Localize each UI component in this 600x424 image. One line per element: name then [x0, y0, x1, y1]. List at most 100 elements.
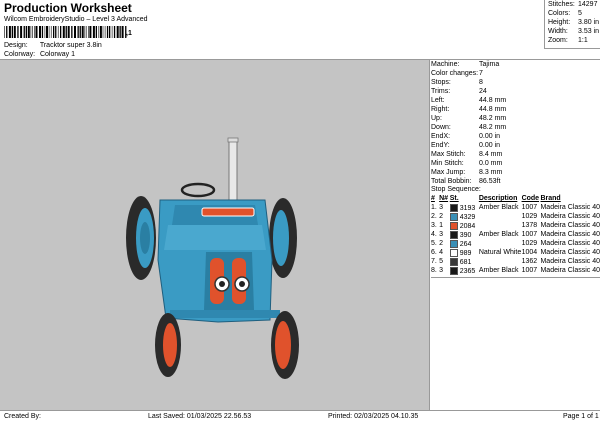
machine-info-label: Trims: — [431, 88, 451, 95]
row-code: 1007 — [521, 204, 538, 211]
row-description: Amber Black — [478, 231, 519, 238]
info-panel-divider — [431, 277, 600, 278]
machine-info-label: EndY: — [431, 142, 450, 149]
row-brand: Madeira Classic 40 — [540, 258, 600, 265]
row-stitches-cell: 264 — [449, 239, 479, 248]
machine-info-value: 86.53ft — [479, 178, 501, 185]
machine-info-row: Left: 44.8 mm — [431, 97, 506, 104]
machine-info-label: Min Stitch: — [431, 160, 464, 167]
machine-info-row: Stops: 8 — [431, 79, 483, 86]
machine-info-value: 0.00 in — [479, 142, 501, 149]
row-stitches: 390 — [459, 231, 472, 239]
row-brand: Madeira Classic 40 — [540, 213, 600, 220]
color-swatch-icon — [449, 257, 458, 266]
color-swatch-icon — [449, 266, 458, 275]
machine-info-row: Machine: Tajima — [431, 61, 499, 68]
machine-info-label: Up: — [431, 115, 442, 122]
machine-info-row: Min Stitch: 0.0 mm — [431, 160, 502, 167]
machine-info-row: Total Bobbin: 86.53ft — [431, 178, 500, 185]
row-description — [479, 239, 522, 248]
machine-info-label: EndX: — [431, 133, 451, 140]
machine-info-value: 8 — [479, 79, 483, 86]
machine-info-row: Right: 44.8 mm — [431, 106, 506, 113]
machine-info-value: Tajima — [479, 61, 500, 68]
stat-height: Height: 3.80 in — [548, 19, 600, 26]
row-description — [479, 212, 522, 221]
machine-info-row: Down: 48.2 mm — [431, 124, 506, 131]
col-stitches-header: St. — [449, 195, 459, 202]
row-index: 5. — [431, 240, 437, 247]
color-swatch-icon — [449, 230, 458, 239]
stat-zoom: Zoom: 1:1 — [548, 37, 588, 44]
row-code: 1029 — [521, 240, 538, 247]
row-brand: Madeira Classic 40 — [540, 204, 600, 211]
col-description-header: Description — [478, 195, 518, 202]
row-code: 1007 — [521, 267, 538, 274]
design-value: Tracktor super 3.8in — [39, 42, 102, 49]
machine-info-label: Down: — [431, 124, 451, 131]
row-stitches: 4329 — [459, 213, 476, 221]
row-code: 1007 — [521, 231, 538, 238]
row-description — [479, 221, 522, 230]
row-brand: Madeira Classic 40 — [540, 240, 600, 247]
row-code: 1029 — [521, 213, 538, 220]
stat-width: Width: 3.53 in — [548, 28, 600, 35]
row-index: 4. — [431, 231, 437, 238]
machine-info-row: Max Stitch: 8.4 mm — [431, 151, 502, 158]
row-index: 1. — [431, 204, 437, 211]
color-swatch-icon — [449, 203, 458, 212]
machine-info-label: Max Stitch: — [431, 151, 466, 158]
row-code: 1378 — [521, 222, 538, 229]
machine-info-value: 44.8 mm — [479, 97, 507, 104]
color-swatch-icon — [449, 221, 458, 230]
barcode-text: ,1 — [126, 30, 132, 37]
stop-sequence-row: 2. 2 4329 1029 Madeira Classic 40 — [431, 212, 600, 221]
row-stitches-cell: 989 — [449, 248, 479, 257]
row-needle: 5 — [439, 258, 444, 265]
row-index: 2. — [431, 213, 437, 220]
row-needle: 3 — [439, 231, 444, 238]
machine-info-value: 8.4 mm — [479, 151, 503, 158]
machine-info-label: Right: — [431, 106, 450, 113]
barcode-icon — [4, 26, 127, 38]
footer-created-by: Created By: — [4, 413, 41, 420]
row-needle: 4 — [439, 249, 444, 256]
machine-info-value: 0.0 mm — [479, 160, 503, 167]
row-stitches: 2084 — [459, 222, 476, 230]
row-needle: 2 — [439, 213, 444, 220]
machine-info-value: 24 — [479, 88, 487, 95]
row-description: Amber Black — [478, 204, 519, 211]
machine-info-value: 48.2 mm — [479, 124, 507, 131]
machine-info-label: Stops: — [431, 79, 451, 86]
row-code: 1362 — [521, 258, 538, 265]
row-needle: 2 — [439, 240, 444, 247]
machine-info-value: 8.3 mm — [479, 169, 503, 176]
row-needle: 3 — [439, 204, 444, 211]
row-needle: 3 — [439, 267, 444, 274]
footer-printed: Printed: 02/03/2025 04.10.35 — [328, 413, 419, 420]
app-subtitle: Wilcom EmbroideryStudio – Level 3 Advanc… — [4, 16, 148, 23]
machine-info-label: Max Jump: — [431, 169, 466, 176]
summary-stats-box: Stitches: 14297 Colors: 5 Height: 3.80 in W… — [544, 0, 600, 49]
machine-info-row: Color changes:7 — [431, 70, 483, 77]
row-stitches: 264 — [459, 240, 472, 248]
stop-sequence-table: # N# St. Description Code Brand 1. 3 3193 A… — [431, 194, 600, 275]
machine-info-row: Up: 48.2 mm — [431, 115, 506, 122]
row-index: 7. — [431, 258, 437, 265]
stop-sequence-title: Stop Sequence: — [431, 186, 481, 193]
color-swatch-icon — [449, 239, 458, 248]
col-code-header: Code — [521, 195, 540, 202]
machine-info-row: EndX: 0.00 in — [431, 133, 500, 140]
row-stitches: 989 — [459, 249, 472, 257]
design-preview-canvas — [0, 60, 430, 410]
machine-info-row: Trims: 24 — [431, 88, 487, 95]
color-swatch-icon — [449, 248, 458, 257]
machine-info-value: 44.8 mm — [479, 106, 507, 113]
stop-table-header: # N# St. Description Code Brand — [431, 194, 600, 203]
footer-last-saved: Last Saved: 01/03/2025 22.56.53 — [148, 413, 252, 420]
stat-colors: Colors: 5 — [548, 10, 582, 17]
stop-sequence-row: 8. 3 2365 Amber Black 1007 Madeira Classic 40 — [431, 266, 600, 275]
row-needle: 1 — [439, 222, 444, 229]
row-stitches-cell: 681 — [449, 257, 479, 266]
row-stitches-cell: 3193 — [449, 203, 479, 212]
